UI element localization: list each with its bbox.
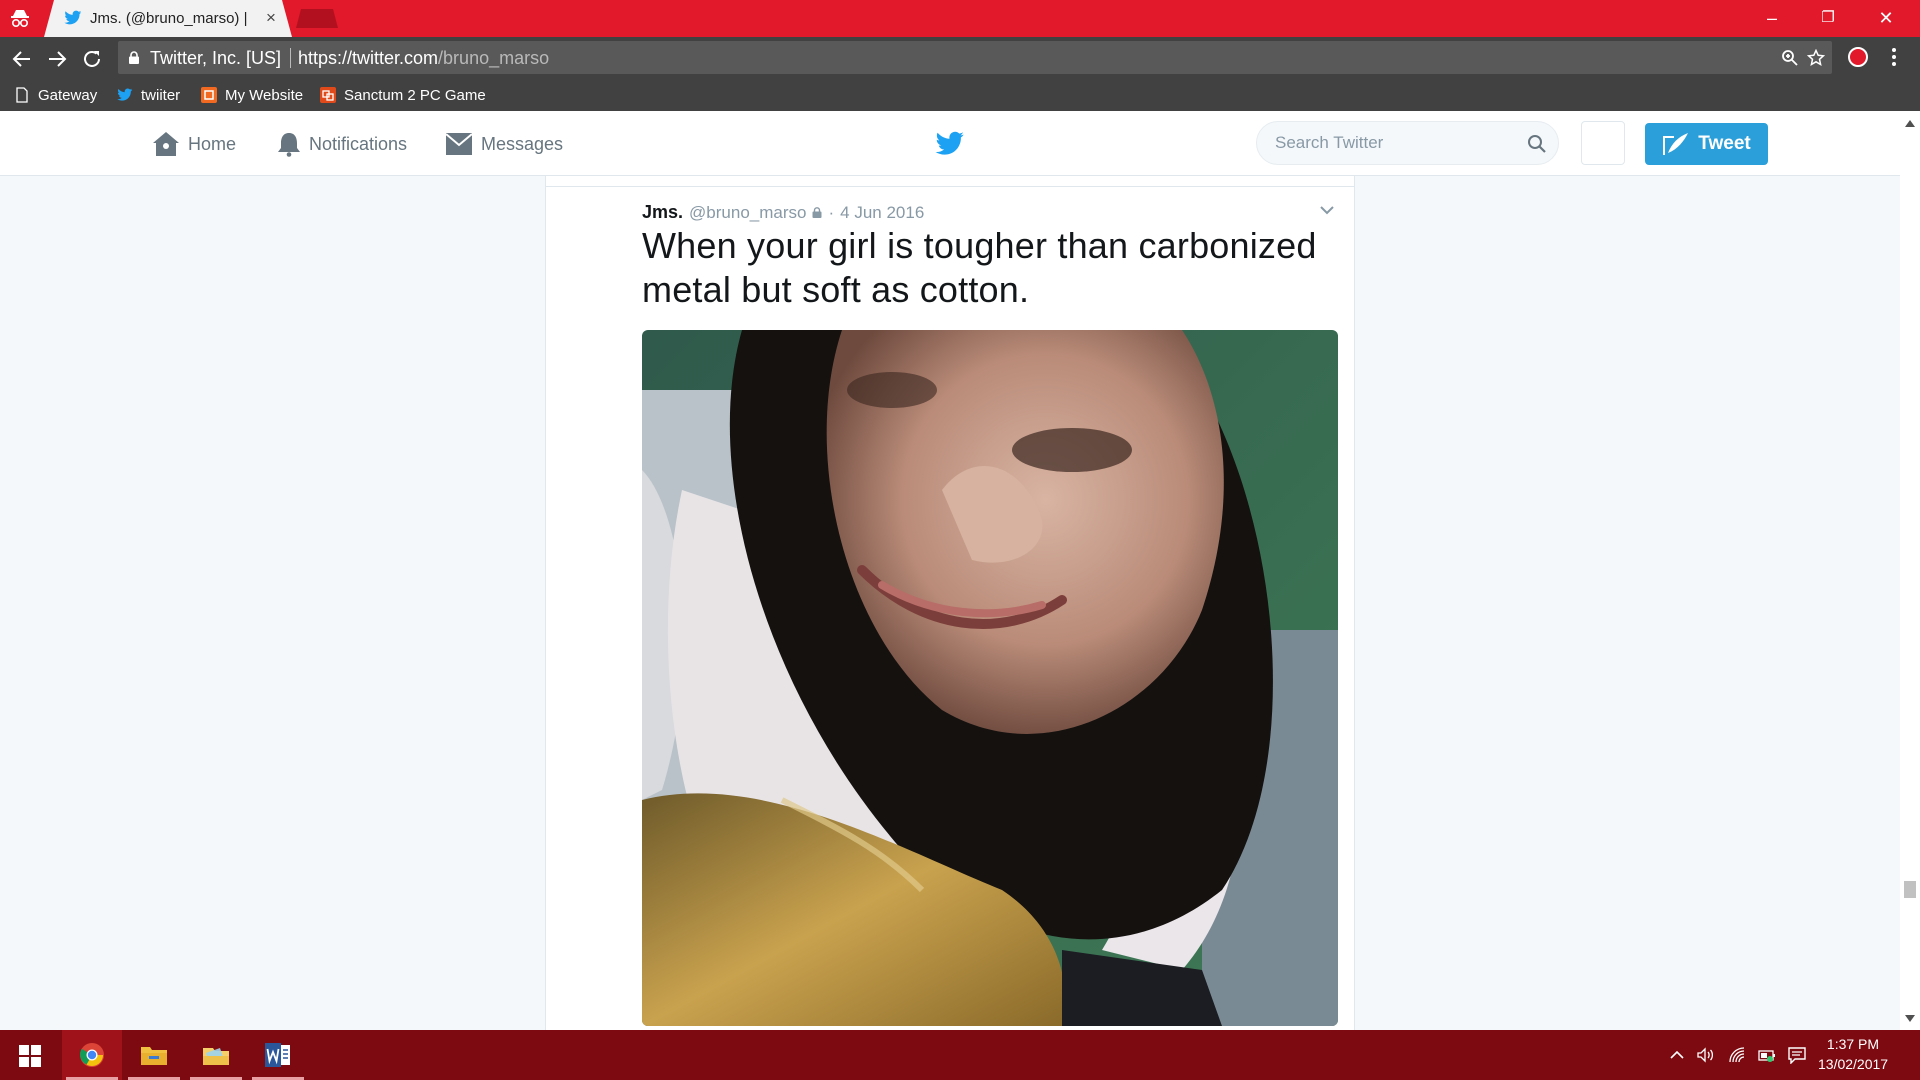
battery-icon[interactable] [1758, 1046, 1776, 1064]
clock-date: 13/02/2017 [1818, 1056, 1889, 1072]
bookmark-sanctum[interactable]: Sanctum 2 PC Game F [320, 84, 490, 106]
tweet-text: When your girl is tougher than carbonize… [642, 225, 1317, 310]
stream-divider [546, 186, 1354, 187]
scroll-thumb[interactable] [1904, 881, 1916, 898]
windows-start-button[interactable] [0, 1030, 60, 1080]
star-icon[interactable] [1807, 49, 1825, 67]
extension-icon[interactable] [1848, 47, 1868, 67]
nav-notifications[interactable]: Notifications [277, 129, 407, 159]
taskbar-folder[interactable] [186, 1030, 246, 1080]
twitter-header: Home Notifications Messages Tweet [0, 111, 1900, 176]
taskbar-word[interactable] [248, 1030, 308, 1080]
site-identity[interactable]: Twitter, Inc. [US] [150, 48, 281, 69]
nav-home[interactable]: Home [152, 129, 236, 159]
nav-label: Notifications [309, 133, 408, 154]
tweet-button-label: Tweet [1698, 133, 1751, 154]
search-box[interactable] [1256, 121, 1559, 165]
word-icon [265, 1043, 290, 1067]
forward-arrow-icon[interactable] [46, 48, 68, 70]
tweet-author-handle[interactable]: @bruno_marso [689, 203, 806, 223]
incognito-icon [11, 10, 29, 28]
nav-label: Messages [481, 133, 564, 154]
windows-taskbar: 1:37 PM 13/02/2017 [0, 1030, 1920, 1080]
game-icon [320, 87, 336, 103]
chevron-up-icon[interactable] [1668, 1046, 1686, 1064]
notification-icon[interactable] [1788, 1046, 1806, 1064]
tweet-meta-separator: · [828, 202, 835, 222]
tab-title: Jms. (@bruno_marso) | Tw [90, 10, 250, 27]
twitter-bird-icon [64, 10, 82, 25]
browser-tab[interactable]: Jms. (@bruno_marso) | Tw × [44, 0, 292, 37]
scroll-down-icon[interactable] [1905, 1015, 1915, 1023]
browser-title-bar: Jms. (@bruno_marso) | Tw × – ❐ ✕ [0, 0, 1920, 37]
tab-close-icon[interactable]: × [266, 8, 276, 28]
address-separator [290, 48, 291, 68]
page-scrollbar[interactable] [1900, 111, 1920, 1030]
tweet-stream: Jms. @bruno_marso · 4 Jun 2016 When your… [545, 176, 1355, 1030]
folder-icon [203, 1048, 229, 1065]
search-icon[interactable] [1527, 134, 1547, 154]
wifi-icon[interactable] [1728, 1046, 1746, 1064]
url-host: https://twitter.com [298, 48, 439, 68]
twitter-bird-icon [117, 88, 133, 101]
tweet-photo[interactable] [642, 330, 1338, 1026]
bookmark-label: Sanctum 2 PC Game F [344, 86, 490, 104]
envelope-icon [445, 133, 473, 155]
windows-start-icon [19, 1045, 41, 1067]
menu-dots-icon[interactable] [1892, 47, 1896, 67]
browser-toolbar: Twitter, Inc. [US] https://twitter.com/b… [0, 37, 1920, 79]
back-arrow-icon[interactable] [11, 48, 33, 70]
file-explorer-icon [141, 1047, 167, 1065]
home-icon [153, 132, 179, 156]
restore-icon[interactable]: ❐ [1800, 4, 1856, 32]
nav-messages[interactable]: Messages [445, 129, 563, 159]
close-window-icon[interactable]: ✕ [1858, 4, 1914, 32]
bookmark-twiiter[interactable]: twiiter [117, 84, 180, 106]
zoom-icon[interactable] [1781, 49, 1799, 67]
tweet-date[interactable]: 4 Jun 2016 [840, 203, 924, 223]
tweet-button[interactable]: Tweet [1645, 123, 1768, 165]
bookmark-label: My Website [225, 86, 304, 104]
url-path: /bruno_marso [438, 48, 550, 68]
address-bar[interactable]: Twitter, Inc. [US] https://twitter.com/b… [118, 41, 1832, 74]
taskbar-file-explorer[interactable] [124, 1030, 184, 1080]
tweet-author-name[interactable]: Jms. [642, 202, 683, 223]
scroll-up-icon[interactable] [1905, 119, 1915, 127]
reload-icon[interactable] [81, 48, 103, 70]
nav-label: Home [188, 133, 237, 154]
website-icon [201, 87, 217, 103]
tweet-header: Jms. @bruno_marso · 4 Jun 2016 [642, 202, 924, 223]
bookmark-label: Gateway [38, 86, 98, 104]
chrome-icon [80, 1043, 104, 1067]
compose-quill-icon [1663, 133, 1689, 155]
avatar[interactable] [1581, 121, 1625, 165]
search-input[interactable] [1275, 133, 1515, 153]
volume-icon[interactable] [1697, 1046, 1715, 1064]
url-text[interactable]: https://twitter.com/bruno_marso [298, 48, 549, 69]
bookmark-my-website[interactable]: My Website [201, 84, 303, 106]
system-clock[interactable]: 1:37 PM 13/02/2017 [1818, 1034, 1888, 1074]
new-tab-button[interactable] [296, 9, 338, 28]
protected-lock-icon [812, 207, 822, 218]
page-icon [16, 87, 28, 103]
twitter-logo-icon[interactable] [935, 131, 965, 157]
bookmark-label: twiiter [141, 86, 181, 104]
lock-icon[interactable] [128, 51, 140, 64]
chevron-down-icon[interactable] [1319, 204, 1335, 216]
minimize-icon[interactable]: – [1744, 4, 1800, 32]
bookmark-gateway[interactable]: Gateway [14, 84, 97, 106]
photo-illustration [642, 330, 1338, 1026]
bookmarks-bar: Gateway twiiter My Website Sanctum 2 PC … [0, 79, 1920, 111]
taskbar-chrome[interactable] [62, 1030, 122, 1080]
bell-icon [278, 133, 300, 157]
clock-time: 1:37 PM [1826, 1036, 1880, 1052]
